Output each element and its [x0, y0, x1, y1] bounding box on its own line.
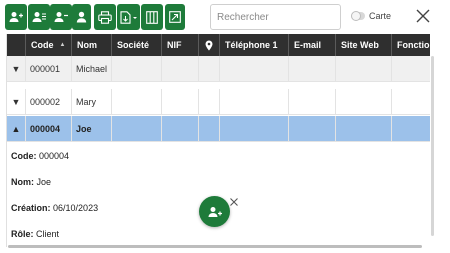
vertical-scrollbar[interactable]	[431, 56, 434, 236]
cell-site-web	[336, 89, 392, 115]
header-expand	[7, 34, 26, 56]
user-list-icon	[32, 12, 46, 22]
cell-fonction	[392, 116, 430, 142]
cell-telephone	[220, 89, 289, 115]
user-icon	[76, 11, 87, 23]
print-icon	[98, 10, 112, 24]
header-societe-label: Société	[117, 40, 150, 50]
header-site-web-label: Site Web	[341, 40, 379, 50]
cell-location	[199, 56, 220, 82]
header-nif[interactable]: NIF	[162, 34, 199, 56]
map-toggle[interactable]	[351, 11, 365, 21]
header-fonction[interactable]: Fonction	[392, 34, 430, 56]
add-user-fab[interactable]	[199, 196, 230, 227]
detail-nom: Nom: Joe	[11, 177, 51, 187]
header-fonction-label: Fonction	[397, 40, 430, 50]
table-row-selected[interactable]: ▲ 000004 Joe	[7, 116, 430, 142]
detail-creation-value: 06/10/2023	[53, 203, 99, 213]
cell-code: 000004	[26, 116, 72, 142]
detail-code-value: 000004	[39, 151, 70, 161]
toolbar: Carte	[0, 0, 450, 34]
map-pin-icon	[205, 40, 213, 50]
cell-site-web	[336, 56, 392, 82]
sort-asc-icon: ▲	[59, 42, 66, 48]
cell-email	[289, 116, 336, 142]
cell-fonction	[392, 56, 430, 82]
table-row[interactable]: ▼ 000001 Michael	[7, 56, 430, 82]
cell-nom: Joe	[72, 116, 112, 142]
header-nif-label: NIF	[167, 40, 182, 50]
cell-nom: Michael	[72, 56, 112, 82]
cell-fonction	[392, 89, 430, 115]
grid-header: Code ▲ Nom Société NIF Téléphone 1 E-mail…	[7, 34, 430, 56]
cell-site-web	[336, 116, 392, 142]
header-code-label: Code	[31, 40, 54, 50]
add-user-icon	[9, 12, 23, 22]
close-icon[interactable]	[229, 197, 239, 207]
detail-nom-label: Nom:	[11, 177, 34, 187]
detail-nom-value: Joe	[36, 177, 52, 187]
header-telephone-label: Téléphone 1	[225, 40, 278, 50]
cell-email	[289, 89, 336, 115]
add-user-icon	[208, 206, 222, 217]
cell-location	[199, 116, 220, 142]
user-button[interactable]	[72, 4, 91, 30]
expand-row-icon[interactable]: ▼	[7, 56, 26, 82]
header-societe[interactable]: Société	[112, 34, 162, 56]
header-telephone[interactable]: Téléphone 1	[220, 34, 289, 56]
open-external-button[interactable]	[165, 4, 185, 30]
cell-nif	[162, 116, 199, 142]
header-site-web[interactable]: Site Web	[336, 34, 392, 56]
remove-user-icon	[54, 12, 68, 22]
map-toggle-label: Carte	[369, 11, 392, 21]
detail-code: Code: 000004	[11, 151, 69, 161]
add-user-button[interactable]	[5, 4, 27, 30]
cell-telephone	[220, 116, 289, 142]
header-email[interactable]: E-mail	[289, 34, 336, 56]
cell-nom: Mary	[72, 89, 112, 115]
export-dropdown-button[interactable]	[117, 4, 140, 30]
collapse-row-icon[interactable]: ▲	[7, 116, 26, 142]
header-nom-label: Nom	[77, 40, 97, 50]
cell-nif	[162, 89, 199, 115]
header-code[interactable]: Code ▲	[26, 34, 72, 56]
detail-creation: Création: 06/10/2023	[11, 203, 98, 213]
cell-societe	[112, 116, 162, 142]
horizontal-scrollbar[interactable]	[8, 245, 422, 248]
detail-creation-label: Création:	[11, 203, 51, 213]
cell-location	[199, 89, 220, 115]
cell-nif	[162, 56, 199, 82]
columns-icon	[146, 10, 158, 24]
cell-telephone	[220, 56, 289, 82]
open-external-icon	[169, 11, 181, 23]
toggle-knob	[351, 11, 361, 21]
detail-code-label: Code:	[11, 151, 37, 161]
close-icon[interactable]	[413, 6, 433, 26]
table-row[interactable]: ▼ 000002 Mary	[7, 89, 430, 115]
print-button[interactable]	[94, 4, 116, 30]
detail-role-label: Rôle:	[11, 229, 34, 239]
columns-button[interactable]	[141, 4, 163, 30]
search-input[interactable]	[210, 4, 341, 30]
export-dropdown-icon	[119, 10, 137, 24]
header-location[interactable]	[199, 34, 220, 56]
cell-societe	[112, 89, 162, 115]
detail-role-value: Client	[36, 229, 60, 239]
cell-code: 000002	[26, 89, 72, 115]
expand-row-icon[interactable]: ▼	[7, 89, 26, 115]
header-nom[interactable]: Nom	[72, 34, 112, 56]
cell-email	[289, 56, 336, 82]
header-email-label: E-mail	[294, 40, 322, 50]
cell-societe	[112, 56, 162, 82]
user-list-button[interactable]	[28, 4, 50, 30]
remove-user-button[interactable]	[50, 4, 72, 30]
detail-role: Rôle: Client	[11, 229, 59, 239]
cell-code: 000001	[26, 56, 72, 82]
